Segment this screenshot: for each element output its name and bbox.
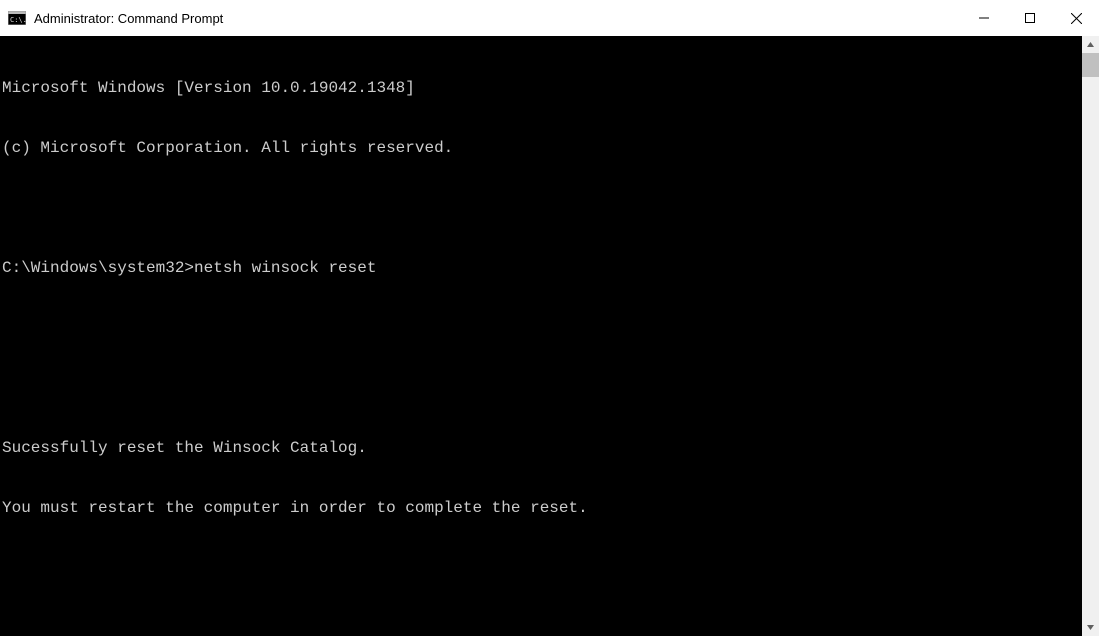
terminal-line	[2, 378, 1082, 398]
scroll-down-button[interactable]	[1082, 619, 1099, 636]
svg-text:C:\.: C:\.	[10, 16, 26, 24]
terminal-line	[2, 618, 1082, 636]
terminal-output[interactable]: Microsoft Windows [Version 10.0.19042.13…	[0, 36, 1082, 636]
terminal-line: Microsoft Windows [Version 10.0.19042.13…	[2, 78, 1082, 98]
terminal-line: (c) Microsoft Corporation. All rights re…	[2, 138, 1082, 158]
scrollbar-thumb[interactable]	[1082, 53, 1099, 77]
cmd-icon: C:\.	[8, 9, 26, 27]
prompt: C:\Windows\system32>	[2, 259, 194, 277]
vertical-scrollbar[interactable]	[1082, 36, 1099, 636]
close-button[interactable]	[1053, 0, 1099, 36]
terminal-line: C:\Windows\system32>netsh winsock reset	[2, 258, 1082, 278]
terminal-line: You must restart the computer in order t…	[2, 498, 1082, 518]
command-text: netsh winsock reset	[194, 259, 376, 277]
terminal-line	[2, 198, 1082, 218]
content-area: Microsoft Windows [Version 10.0.19042.13…	[0, 36, 1099, 636]
minimize-button[interactable]	[961, 0, 1007, 36]
terminal-line	[2, 558, 1082, 578]
scroll-up-button[interactable]	[1082, 36, 1099, 53]
maximize-button[interactable]	[1007, 0, 1053, 36]
scrollbar-track[interactable]	[1082, 53, 1099, 619]
terminal-line: Sucessfully reset the Winsock Catalog.	[2, 438, 1082, 458]
window-controls	[961, 0, 1099, 36]
window-title: Administrator: Command Prompt	[34, 11, 223, 26]
terminal-line	[2, 318, 1082, 338]
window-titlebar: C:\. Administrator: Command Prompt	[0, 0, 1099, 36]
